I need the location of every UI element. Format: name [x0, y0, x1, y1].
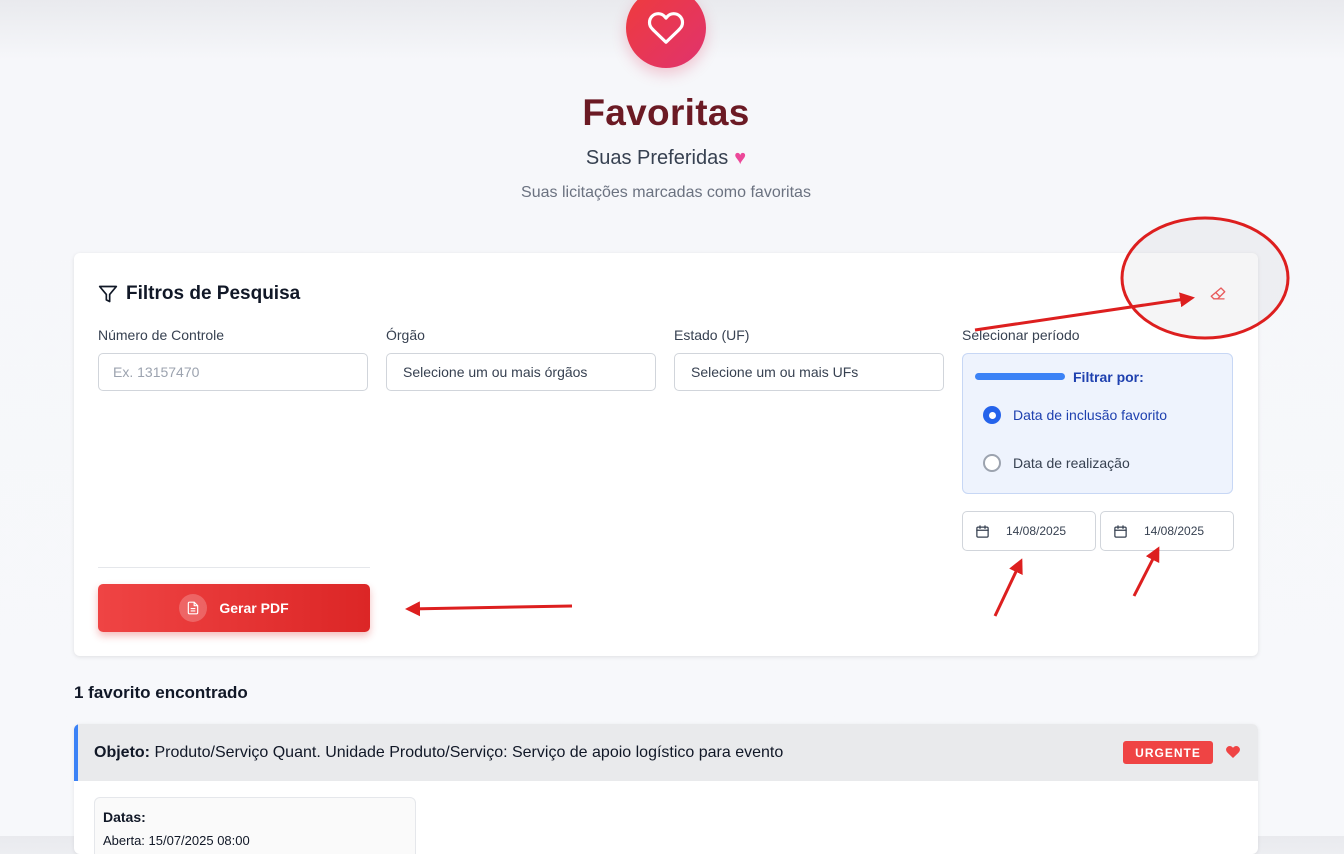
favorite-card: Objeto: Produto/Serviço Quant. Unidade P…	[74, 724, 1258, 854]
favorites-heart-badge	[626, 0, 706, 68]
urgent-badge: URGENTE	[1123, 741, 1213, 764]
page-title: Favoritas	[582, 92, 750, 133]
calendar-icon	[1113, 524, 1128, 539]
calendar-icon	[975, 524, 990, 539]
filters-title: Filtros de Pesquisa	[126, 283, 301, 304]
radio-label-realization: Data de realização	[1013, 455, 1130, 471]
remove-favorite-button[interactable]	[1225, 744, 1241, 765]
organ-label: Órgão	[386, 327, 425, 343]
state-label: Estado (UF)	[674, 327, 750, 343]
organ-select[interactable]: Selecione um ou mais órgãos	[386, 353, 656, 391]
start-date-value: 14/08/2025	[1006, 524, 1067, 538]
clear-filters-button[interactable]	[1209, 285, 1227, 303]
radio-unselected[interactable]	[983, 454, 1001, 472]
heart-icon	[1226, 745, 1240, 758]
document-icon	[179, 594, 208, 622]
radio-inclusion-date[interactable]: Data de inclusão favorito	[983, 406, 1167, 424]
eraser-icon	[1210, 287, 1226, 300]
object-text: Produto/Serviço Quant. Unidade Produto/S…	[154, 744, 784, 761]
pink-heart-icon: ♥	[734, 147, 747, 169]
start-date-picker[interactable]: 14/08/2025	[962, 511, 1096, 551]
divider	[98, 567, 370, 568]
generate-pdf-label: Gerar PDF	[219, 600, 289, 616]
period-accent-bar	[975, 373, 1065, 380]
dates-value: Aberta: 15/07/2025 08:00	[103, 833, 250, 848]
page-subtitle: Suas Preferidas ♥	[0, 147, 1332, 170]
radio-selected[interactable]	[983, 406, 1001, 424]
filter-icon	[98, 285, 118, 303]
results-count: 1 favorito encontrado	[74, 683, 248, 702]
radio-realization-date[interactable]: Data de realização	[983, 454, 1130, 472]
control-number-input[interactable]	[111, 363, 367, 381]
period-filter-panel: Filtrar por: Data de inclusão favorito D…	[962, 353, 1233, 494]
filter-by-label: Filtrar por:	[1073, 369, 1144, 385]
end-date-picker[interactable]: 14/08/2025	[1100, 511, 1234, 551]
page-description: Suas licitações marcadas como favoritas	[521, 184, 811, 201]
favorite-card-header: Objeto: Produto/Serviço Quant. Unidade P…	[74, 724, 1258, 781]
control-number-label: Número de Controle	[98, 327, 225, 343]
radio-label-inclusion: Data de inclusão favorito	[1013, 407, 1168, 423]
filters-header: Filtros de Pesquisa	[98, 283, 300, 305]
heart-icon	[647, 12, 685, 44]
control-number-field[interactable]	[98, 353, 368, 391]
favorite-object: Objeto: Produto/Serviço Quant. Unidade P…	[94, 744, 783, 762]
state-select[interactable]: Selecione um ou mais UFs	[674, 353, 944, 391]
period-label: Selecionar período	[962, 327, 1080, 343]
dates-label: Datas:	[103, 809, 146, 825]
filters-card: Filtros de Pesquisa Número de Controle Ó…	[74, 253, 1258, 656]
generate-pdf-button[interactable]: Gerar PDF	[98, 584, 370, 632]
end-date-value: 14/08/2025	[1144, 524, 1205, 538]
dates-box: Datas: Aberta: 15/07/2025 08:00	[94, 797, 416, 854]
subtitle-text: Suas Preferidas	[585, 147, 729, 169]
object-label: Objeto:	[94, 744, 150, 761]
